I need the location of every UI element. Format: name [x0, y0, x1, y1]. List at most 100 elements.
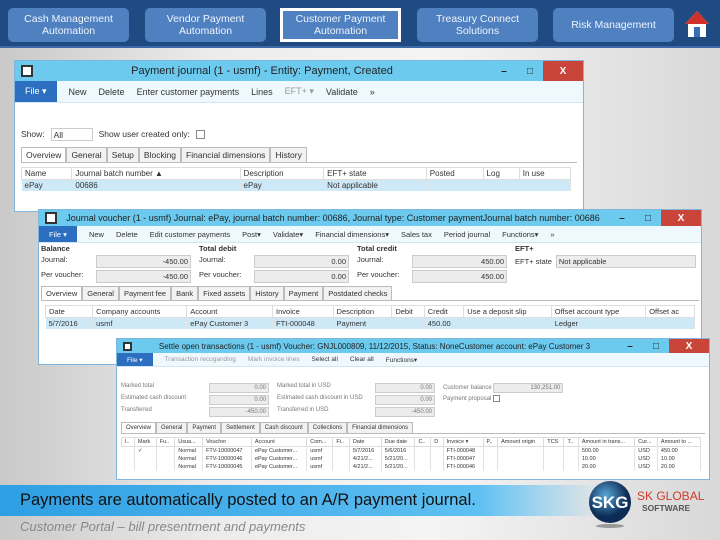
column-header[interactable]: Date [44, 305, 94, 318]
column-header[interactable]: Voucher [202, 437, 252, 447]
tab-financial-dimensions[interactable]: Financial dimensions [181, 147, 271, 162]
toolbar-button-period-journal[interactable]: Period journal [444, 230, 490, 239]
close-button[interactable]: X [669, 339, 709, 353]
toolbar-button-enter-customer-payments[interactable]: Enter customer payments [137, 87, 240, 97]
tab-payment[interactable]: Payment [187, 422, 222, 433]
column-header[interactable]: Credit [423, 305, 465, 318]
minimize-button[interactable]: – [491, 61, 517, 81]
column-header[interactable]: In use [518, 167, 572, 180]
toolbar-button-new[interactable]: New [69, 87, 87, 97]
payment-proposal-checkbox[interactable] [493, 395, 501, 402]
tab-history[interactable]: History [250, 286, 284, 300]
tab-general[interactable]: General [66, 147, 107, 162]
show-select[interactable]: All [50, 127, 93, 141]
nav-treasury-connect[interactable]: Treasury Connect Solutions [417, 8, 538, 42]
toolbar-button-edit-customer-payments[interactable]: Edit customer payments [150, 230, 230, 239]
home-icon[interactable] [684, 9, 710, 39]
table-row[interactable]: Normal FTV-10000046 ePay Customer... usmf 4/… [121, 455, 702, 463]
toolbar-button-delete[interactable]: Delete [116, 230, 138, 239]
table-row[interactable]: 5/7/2016 usmf ePay Customer 3 FTI-000048 Pay… [45, 317, 695, 329]
tab-overview[interactable]: Overview [21, 147, 67, 162]
toolbar-button-validate[interactable]: Validate▾ [273, 230, 303, 239]
tab-payment[interactable]: Payment [283, 286, 324, 300]
maximize-button[interactable]: □ [643, 339, 669, 353]
tab-history[interactable]: History [270, 147, 307, 162]
toolbar-button-validate[interactable]: Validate [326, 87, 358, 97]
column-header[interactable]: Invoice ▾ [442, 437, 484, 447]
tab-overview[interactable]: Overview [41, 286, 83, 300]
tab-financial-dimensions[interactable]: Financial dimensions [347, 422, 414, 433]
column-header[interactable]: T.. [563, 437, 579, 447]
toolbar-button-new[interactable]: New [89, 230, 104, 239]
maximize-button[interactable]: □ [635, 210, 661, 226]
column-header[interactable]: Amount origin [497, 437, 545, 447]
column-header[interactable]: Log [482, 167, 520, 180]
column-header[interactable]: P.. [482, 437, 499, 447]
close-button[interactable]: X [543, 61, 583, 81]
toolbar-button-functions[interactable]: Functions▾ [386, 356, 417, 364]
toolbar-button-functions[interactable]: Functions▾ [502, 230, 538, 239]
column-header[interactable]: Description [239, 167, 325, 180]
nav-cash-management[interactable]: Cash Management Automation [8, 8, 129, 42]
toolbar-button-select-all[interactable]: Select all [312, 356, 338, 363]
user-created-checkbox[interactable] [195, 129, 205, 139]
column-header[interactable]: Usua... [174, 437, 204, 447]
nav-vendor-payment[interactable]: Vendor Payment Automation [145, 8, 266, 42]
toolbar-button-eft[interactable]: EFT+ ▾ [285, 86, 314, 97]
toolbar-button-financial-dimensions[interactable]: Financial dimensions▾ [315, 230, 389, 239]
column-header[interactable]: Cur... [634, 437, 658, 447]
column-header[interactable]: Offset ac [645, 305, 695, 318]
column-header[interactable]: EFT+ state [323, 167, 427, 180]
tab-cash-discount[interactable]: Cash discount [259, 422, 308, 433]
column-header[interactable]: Fi.. [332, 437, 350, 447]
tab-overview[interactable]: Overview [121, 422, 157, 433]
column-header[interactable]: I.. [120, 437, 136, 447]
column-header[interactable]: TCS [543, 437, 565, 447]
table-row[interactable]: Normal FTV-10000045 ePay Customer... usmf 4/… [121, 463, 702, 471]
tab-settlement[interactable]: Settlement [221, 422, 260, 433]
column-header[interactable]: Journal batch number ▲ [71, 167, 241, 180]
toolbar-button-[interactable]: » [550, 230, 554, 239]
toolbar-button-transaction-recoganding[interactable]: Transaction recoganding [165, 356, 236, 363]
column-header[interactable]: Mark [134, 437, 157, 447]
column-header[interactable]: Due date [380, 437, 416, 447]
column-header[interactable]: D [430, 437, 444, 447]
column-header[interactable]: Amount in trans... [577, 437, 636, 447]
toolbar-button-file[interactable]: File ▾ [15, 81, 57, 102]
maximize-button[interactable]: □ [517, 61, 543, 81]
tab-payment-fee[interactable]: Payment fee [118, 286, 172, 300]
column-header[interactable]: Amount to ... [656, 437, 702, 447]
table-row[interactable]: ePay 00686 ePay Not applicable [21, 179, 572, 191]
column-header[interactable]: Date [348, 437, 382, 447]
tab-fixed-assets[interactable]: Fixed assets [198, 286, 251, 300]
column-header[interactable]: Debit [391, 305, 425, 318]
toolbar-button-file[interactable]: File ▾ [117, 353, 153, 366]
tab-collections[interactable]: Collections [307, 422, 348, 433]
tab-bank[interactable]: Bank [171, 286, 199, 300]
tab-general[interactable]: General [82, 286, 119, 300]
tab-setup[interactable]: Setup [106, 147, 139, 162]
tab-general[interactable]: General [156, 422, 188, 433]
tab-blocking[interactable]: Blocking [138, 147, 182, 162]
column-header[interactable]: Fu.. [155, 437, 176, 447]
toolbar-button-lines[interactable]: Lines [251, 87, 273, 97]
column-header[interactable]: Invoice [272, 305, 334, 318]
table-row[interactable]: ✓ Normal FTV-10000047 ePay Customer... usmf 5… [121, 446, 702, 455]
tab-postdated-checks[interactable]: Postdated checks [323, 286, 393, 300]
column-header[interactable]: Description [332, 305, 393, 318]
column-header[interactable]: Account [250, 437, 308, 447]
toolbar-button-post[interactable]: Post▾ [242, 230, 261, 239]
column-header[interactable]: Posted [425, 167, 484, 180]
minimize-button[interactable]: – [617, 339, 643, 353]
toolbar-button-delete[interactable]: Delete [99, 87, 125, 97]
column-header[interactable]: Com... [306, 437, 334, 447]
column-header[interactable]: Use a deposit slip [463, 305, 552, 318]
column-header[interactable]: Name [20, 167, 73, 180]
minimize-button[interactable]: – [609, 210, 635, 226]
toolbar-button-[interactable]: » [370, 87, 375, 97]
nav-customer-payment[interactable]: Customer Payment Automation [280, 8, 401, 42]
toolbar-button-mark-invoice-lines[interactable]: Mark invoice lines [248, 356, 300, 363]
column-header[interactable]: Account [186, 305, 274, 318]
toolbar-button-clear-all[interactable]: Clear all [350, 356, 374, 363]
column-header[interactable]: Company accounts [92, 305, 188, 318]
